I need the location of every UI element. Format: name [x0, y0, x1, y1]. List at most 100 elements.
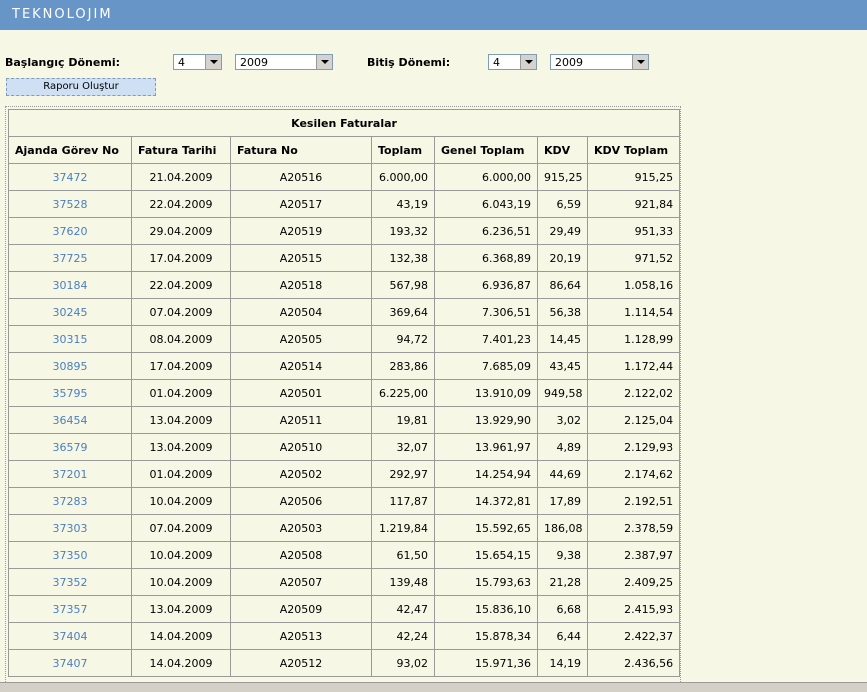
table-row: 30315 08.04.2009 A20505 94,72 7.401,23 14,45 1… [8, 325, 680, 353]
vat-total-cell: 2.378,59 [586, 514, 680, 542]
invoice-no-cell: A20517 [230, 190, 372, 218]
column-header: Toplam [371, 136, 435, 164]
vat-cell: 44,69 [537, 460, 588, 488]
agenda-task-link[interactable]: 37352 [8, 568, 132, 596]
agenda-task-link[interactable]: 36454 [8, 406, 132, 434]
agenda-task-link[interactable]: 30184 [8, 271, 132, 299]
table-caption: Kesilen Faturalar [7, 109, 680, 137]
vat-total-cell: 1.114,54 [586, 298, 680, 326]
agenda-task-link[interactable]: 37303 [8, 514, 132, 542]
agenda-task-link[interactable]: 37357 [8, 595, 132, 623]
invoice-no-cell: A20502 [230, 460, 372, 488]
agenda-task-link[interactable]: 30315 [8, 325, 132, 353]
table-row: 37201 01.04.2009 A20502 292,97 14.254,94 44,6… [8, 460, 680, 488]
table-row: 37725 17.04.2009 A20515 132,38 6.368,89 20,19… [8, 244, 680, 272]
agenda-task-link[interactable]: 37620 [8, 217, 132, 245]
vat-cell: 949,58 [537, 379, 588, 407]
invoice-date-cell: 21.04.2009 [131, 163, 231, 191]
agenda-task-link[interactable]: 37472 [8, 163, 132, 191]
create-report-button[interactable]: Raporu Oluştur [6, 78, 156, 96]
chevron-down-icon[interactable] [632, 55, 648, 69]
column-header: Ajanda Görev No [8, 136, 132, 164]
vat-cell: 56,38 [537, 298, 588, 326]
grand-total-cell: 15.971,36 [434, 649, 538, 677]
invoice-no-cell: A20516 [230, 163, 372, 191]
vat-total-cell: 2.387,97 [586, 541, 680, 569]
agenda-task-link[interactable]: 37201 [8, 460, 132, 488]
grand-total-cell: 6.043,19 [434, 190, 538, 218]
end-year-value: 2009 [555, 56, 583, 69]
invoice-no-cell: A20513 [230, 622, 372, 650]
grand-total-cell: 15.654,15 [434, 541, 538, 569]
table-header-row: Ajanda Görev No Fatura Tarihi Fatura No … [8, 136, 680, 164]
invoice-no-cell: A20505 [230, 325, 372, 353]
start-month-select[interactable]: 4 [173, 54, 222, 70]
total-cell: 6.000,00 [371, 163, 435, 191]
table-row: 37350 10.04.2009 A20508 61,50 15.654,15 9,38 2… [8, 541, 680, 569]
brand-logo: TEKNOLOJIM [12, 7, 113, 22]
total-cell: 567,98 [371, 271, 435, 299]
vat-cell: 43,45 [537, 352, 588, 380]
end-year-select[interactable]: 2009 [550, 54, 649, 70]
chevron-down-icon[interactable] [520, 55, 536, 69]
total-cell: 132,38 [371, 244, 435, 272]
grand-total-cell: 6.936,87 [434, 271, 538, 299]
agenda-task-link[interactable]: 30895 [8, 352, 132, 380]
vat-cell: 915,25 [537, 163, 588, 191]
vat-total-cell: 2.192,51 [586, 487, 680, 515]
agenda-task-link[interactable]: 37407 [8, 649, 132, 677]
table-row: 30895 17.04.2009 A20514 283,86 7.685,09 43,45… [8, 352, 680, 380]
grand-total-cell: 7.401,23 [434, 325, 538, 353]
agenda-task-link[interactable]: 37350 [8, 541, 132, 569]
vat-cell: 21,28 [537, 568, 588, 596]
agenda-task-link[interactable]: 37528 [8, 190, 132, 218]
table-row: 35795 01.04.2009 A20501 6.225,00 13.910,09 94… [8, 379, 680, 407]
vat-cell: 20,19 [537, 244, 588, 272]
agenda-task-link[interactable]: 37404 [8, 622, 132, 650]
total-cell: 42,47 [371, 595, 435, 623]
total-cell: 1.219,84 [371, 514, 435, 542]
invoice-no-cell: A20507 [230, 568, 372, 596]
grand-total-cell: 13.910,09 [434, 379, 538, 407]
invoice-no-cell: A20510 [230, 433, 372, 461]
invoice-no-cell: A20511 [230, 406, 372, 434]
grand-total-cell: 15.878,34 [434, 622, 538, 650]
invoice-no-cell: A20506 [230, 487, 372, 515]
vat-total-cell: 915,25 [586, 163, 680, 191]
total-cell: 6.225,00 [371, 379, 435, 407]
vat-total-cell: 2.415,93 [586, 595, 680, 623]
grand-total-cell: 6.236,51 [434, 217, 538, 245]
total-cell: 19,81 [371, 406, 435, 434]
agenda-task-link[interactable]: 35795 [8, 379, 132, 407]
start-year-select[interactable]: 2009 [235, 54, 333, 70]
table-row: 37303 07.04.2009 A20503 1.219,84 15.592,65 18… [8, 514, 680, 542]
invoice-date-cell: 08.04.2009 [131, 325, 231, 353]
grand-total-cell: 14.372,81 [434, 487, 538, 515]
agenda-task-link[interactable]: 30245 [8, 298, 132, 326]
chevron-down-icon[interactable] [205, 55, 221, 69]
vat-total-cell: 921,84 [586, 190, 680, 218]
invoice-no-cell: A20504 [230, 298, 372, 326]
agenda-task-link[interactable]: 36579 [8, 433, 132, 461]
vat-total-cell: 951,33 [586, 217, 680, 245]
vat-total-cell: 2.409,25 [586, 568, 680, 596]
agenda-task-link[interactable]: 37725 [8, 244, 132, 272]
vat-cell: 6,68 [537, 595, 588, 623]
total-cell: 369,64 [371, 298, 435, 326]
column-header: Fatura No [230, 136, 372, 164]
total-cell: 61,50 [371, 541, 435, 569]
end-month-value: 4 [493, 56, 500, 69]
end-month-select[interactable]: 4 [488, 54, 537, 70]
grand-total-cell: 15.592,65 [434, 514, 538, 542]
grand-total-cell: 7.685,09 [434, 352, 538, 380]
chevron-down-icon[interactable] [316, 55, 332, 69]
table-caption-row: Kesilen Faturalar [7, 109, 680, 137]
column-header: Genel Toplam [434, 136, 538, 164]
invoice-date-cell: 10.04.2009 [131, 487, 231, 515]
agenda-task-link[interactable]: 37283 [8, 487, 132, 515]
total-cell: 139,48 [371, 568, 435, 596]
invoice-date-cell: 14.04.2009 [131, 649, 231, 677]
vat-total-cell: 2.174,62 [586, 460, 680, 488]
invoice-no-cell: A20503 [230, 514, 372, 542]
invoice-date-cell: 17.04.2009 [131, 244, 231, 272]
